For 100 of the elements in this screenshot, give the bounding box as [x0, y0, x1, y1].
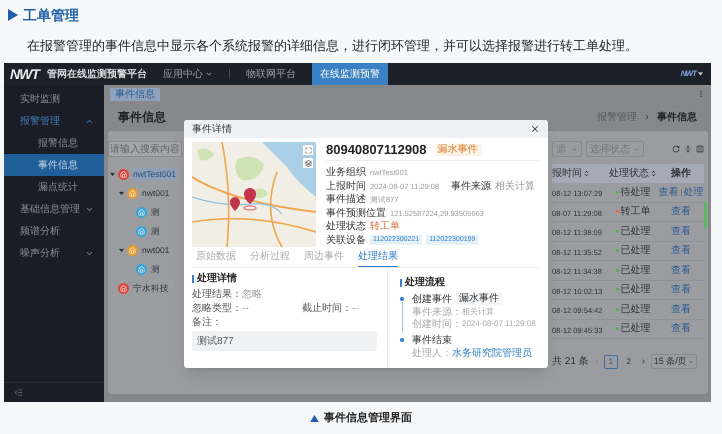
- action-link[interactable]: 查看: [671, 262, 691, 278]
- tree-node[interactable]: 测: [150, 225, 161, 238]
- section-heading: 工单管理: [23, 6, 79, 24]
- triangle-icon: [8, 9, 18, 21]
- detail-value: 2024-08-07 11:29:08: [462, 318, 536, 330]
- field-label: 截止时间：: [302, 302, 352, 316]
- caret-icon[interactable]: [119, 191, 124, 196]
- collapse-menu-icon[interactable]: [14, 388, 23, 397]
- field-label: 事件预测位置: [326, 206, 386, 220]
- intro-text: 在报警管理的事件信息中显示各个系统报警的详细信息，进行闭环管理，并可以选择报警进行转工单处理。: [26, 37, 638, 55]
- sidebar-item[interactable]: 事件信息: [4, 154, 104, 176]
- nav-item[interactable]: 在线监测预警: [312, 63, 388, 85]
- caret-icon[interactable]: [119, 248, 124, 253]
- field-label: 事件来源: [451, 180, 492, 194]
- columns-icon[interactable]: [696, 145, 704, 153]
- event-id: 80940807112908: [326, 141, 427, 160]
- sidebar-item[interactable]: 频谱分析: [4, 220, 104, 242]
- close-icon[interactable]: [530, 124, 540, 134]
- step-title: 事件结束: [412, 334, 452, 348]
- action-link[interactable]: 查看: [671, 282, 691, 298]
- fullscreen-button[interactable]: [303, 145, 313, 155]
- dialog-title: 事件详情: [192, 122, 232, 136]
- column-header: 处理状态: [609, 166, 649, 181]
- section-title: 处理流程: [405, 275, 445, 290]
- field-value: 忽略: [242, 288, 262, 302]
- tree-node[interactable]: 测: [150, 206, 161, 219]
- user-link[interactable]: 水务研究院管理员: [452, 346, 532, 360]
- status-text: 已处理: [620, 224, 650, 239]
- detail-label: 事件来源：: [412, 306, 462, 318]
- page-button[interactable]: 2: [622, 354, 636, 368]
- tab[interactable]: 处理结果: [358, 249, 398, 267]
- tab[interactable]: 周边事件: [304, 249, 344, 267]
- field-value: 相关计算: [495, 180, 536, 194]
- chevron-right-icon: [643, 113, 651, 121]
- nav-item[interactable]: 应用中心: [154, 63, 221, 85]
- tab[interactable]: 原始数据: [196, 249, 236, 267]
- logo: NWT: [680, 68, 696, 80]
- sidebar-item[interactable]: 基础信息管理: [4, 198, 104, 220]
- action-link[interactable]: 查看: [671, 243, 691, 258]
- nav-item[interactable]: 物联网平台: [238, 63, 304, 85]
- figure-caption: 事件信息管理界面: [324, 410, 412, 426]
- chevron-down-icon: [571, 146, 578, 152]
- sidebar-item[interactable]: 报警管理: [4, 110, 104, 132]
- sort-icon[interactable]: [583, 170, 590, 177]
- next-page-icon[interactable]: [640, 358, 647, 365]
- layers-button[interactable]: [303, 158, 313, 168]
- breadcrumb-current: 事件信息: [657, 110, 697, 124]
- sort-icon[interactable]: [650, 170, 657, 177]
- field-label: 忽略类型：: [192, 302, 242, 316]
- event-tag: 漏水事件: [434, 144, 481, 156]
- tab[interactable]: 分析过程: [250, 249, 290, 267]
- action-link[interactable]: 处理: [684, 184, 704, 200]
- tree-node[interactable]: nwt001: [141, 244, 170, 257]
- field-label: 备注：: [192, 316, 222, 329]
- row-height-icon[interactable]: [684, 145, 692, 153]
- caret-icon[interactable]: [110, 172, 115, 177]
- refresh-icon[interactable]: [672, 145, 680, 153]
- sidebar-item[interactable]: 实时监测: [4, 88, 104, 110]
- field-label: 处理结果：: [192, 288, 242, 302]
- page-size-select[interactable]: 15 条/页: [650, 354, 697, 369]
- action-link[interactable]: 查看: [671, 224, 691, 239]
- column-header: 操作: [671, 166, 691, 181]
- field-label: 上报时间: [326, 180, 366, 194]
- sidebar-item[interactable]: 报警信息: [4, 132, 104, 154]
- search-field[interactable]: 请输入搜索内容: [108, 141, 182, 157]
- status-text: 转工单: [620, 204, 650, 220]
- app-title: 管网在线监测预警平台: [46, 68, 147, 82]
- tree-node[interactable]: 宁水科技: [132, 282, 170, 295]
- page-tab[interactable]: 事件信息: [110, 88, 160, 100]
- action-link[interactable]: 查看: [671, 204, 691, 220]
- action-link[interactable]: 查看: [671, 321, 691, 336]
- triangle-up-icon: [310, 414, 319, 422]
- field-value: --: [352, 302, 359, 316]
- sidebar-item[interactable]: 漏点统计: [4, 176, 104, 198]
- step-tag: 漏水事件: [456, 293, 502, 305]
- action-link[interactable]: 查看: [671, 302, 691, 317]
- caret-icon[interactable]: [698, 72, 703, 76]
- tree-node[interactable]: nwtTest001: [132, 168, 177, 181]
- logo: NWT: [10, 64, 39, 84]
- status-text: 已处理: [620, 322, 650, 336]
- detail-label: 处理人：: [412, 346, 452, 360]
- field-label: 事件描述: [326, 192, 366, 208]
- detail-value: 相关计算: [462, 306, 494, 318]
- sidebar-item[interactable]: 噪声分析: [4, 242, 104, 264]
- tree-node[interactable]: 测: [150, 263, 161, 276]
- status-text: 已处理: [620, 244, 650, 258]
- chevron-down-icon: [633, 146, 640, 152]
- field-label: 处理状态: [326, 220, 366, 234]
- column-header: 报时间: [552, 166, 582, 181]
- tree-node[interactable]: nwt001: [141, 187, 170, 200]
- status-text: 已处理: [620, 302, 650, 317]
- scrollbar[interactable]: [704, 201, 707, 229]
- field-label: 关联设备: [326, 234, 366, 248]
- chevron-down-icon: [204, 70, 213, 78]
- status-text: 已处理: [620, 282, 650, 298]
- section-title: 处理详情: [197, 271, 237, 286]
- status-text: 待处理: [620, 186, 650, 200]
- action-link[interactable]: 查看: [658, 184, 678, 200]
- page-button[interactable]: 1: [604, 354, 618, 368]
- status-text: 已处理: [620, 264, 650, 278]
